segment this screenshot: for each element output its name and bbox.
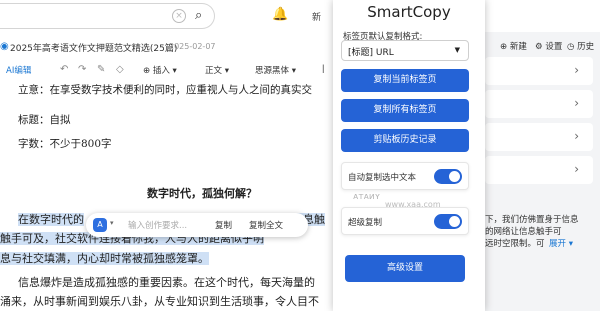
panel-text-line: 的网络让信息触手可	[485, 227, 562, 237]
panel-text-line: 下，我们仿佛置身于信息	[485, 215, 579, 225]
auto-copy-label: 自动复制选中文本	[348, 173, 417, 183]
copy-button[interactable]: 复制	[215, 219, 232, 231]
watermark-url: www.xaa.com	[385, 200, 441, 209]
clipboard-history-button[interactable]: 剪贴板历史记录	[341, 129, 469, 152]
font-family-select[interactable]: 思源黑体 ▾	[255, 64, 296, 76]
new-button[interactable]: 新	[312, 10, 321, 23]
format-select[interactable]: [标题] URL ▼	[341, 40, 469, 61]
watermark: ᴀᴛᴀᴎʏ	[353, 192, 381, 202]
toggle-knob	[449, 216, 460, 227]
document-title: 2025年高考语文作文押题范文精选(25篇)	[10, 44, 178, 54]
ai-floating-bar: A ▾ 输入创作要求... 复制 复制全文	[86, 213, 308, 237]
chevron-right-icon: ›	[574, 129, 579, 143]
paragraph-1-line-3: 息与社交填满，内心却时常被孤独感笼罩。	[0, 252, 209, 265]
eraser-icon[interactable]: ◇	[116, 64, 124, 75]
toolbar-divider: ǀ	[322, 64, 325, 74]
app-window: × ⌕ 🔔 新 ◉ 2025年高考语文作文押题范文精选(25篇) 2025-02…	[0, 0, 600, 311]
insert-menu[interactable]: ⊕ 插入 ▾	[143, 64, 177, 76]
super-copy-toggle[interactable]	[434, 214, 462, 229]
bell-icon[interactable]: 🔔	[272, 7, 288, 22]
panel-card[interactable]: ›	[485, 57, 593, 85]
super-copy-setting: 超级复制	[341, 207, 469, 235]
auto-copy-toggle[interactable]	[434, 169, 462, 184]
panel-new-button[interactable]: ⊕ 新建	[500, 40, 527, 52]
paragraph-style-select[interactable]: 正文 ▾	[205, 64, 229, 76]
popup-title: SmartCopy	[367, 3, 451, 21]
smartcopy-popup: SmartCopy 标签页默认复制格式: [标题] URL ▼ 复制当前标签页 …	[333, 0, 485, 311]
editor-toolbar: AI编辑 ↶ ↷ ✎ ◇ ⊕ 插入 ▾ 正文 ▾ 思源黑体 ▾ ǀ	[0, 62, 333, 80]
essay-title: 数字时代，孤独何解？	[147, 187, 257, 200]
search-icon[interactable]: ⌕	[195, 8, 202, 23]
copy-current-tab-button[interactable]: 复制当前标签页	[341, 69, 469, 92]
panel-card[interactable]: ›	[485, 123, 593, 151]
document-icon: ◉	[0, 41, 9, 52]
toggle-knob	[449, 171, 460, 182]
format-painter-icon[interactable]: ✎	[97, 64, 105, 75]
chevron-down-icon[interactable]: ▾	[110, 219, 114, 227]
chevron-right-icon: ›	[574, 162, 579, 176]
redo-icon[interactable]: ↷	[78, 64, 86, 75]
search-box[interactable]: × ⌕	[0, 3, 215, 29]
super-copy-label: 超级复制	[348, 218, 383, 228]
panel-text-line: 远时空限制。可	[485, 239, 545, 249]
chevron-right-icon: ›	[574, 96, 579, 110]
topic-line: 立意：在享受数字技术便利的同时，应重视人与人之间的真实交	[18, 84, 312, 96]
panel-history-button[interactable]: ◷ 历史	[567, 40, 594, 52]
clear-icon[interactable]: ×	[172, 9, 186, 23]
ai-prompt-input[interactable]: 输入创作要求...	[128, 219, 187, 231]
chevron-down-icon: ▼	[454, 46, 460, 54]
document-area: ◉ 2025年高考语文作文押题范文精选(25篇) 2025-02-07 AI编辑…	[0, 32, 333, 311]
document-title-bar: ◉ 2025年高考语文作文押题范文精选(25篇) 2025-02-07	[0, 40, 333, 56]
top-bar: × ⌕ 🔔 新	[0, 0, 600, 32]
copy-all-button[interactable]: 复制全文	[249, 219, 283, 231]
advanced-settings-button[interactable]: 高级设置	[345, 255, 465, 282]
document-date: 2025-02-07	[169, 42, 216, 51]
panel-settings-button[interactable]: ⚙ 设置	[535, 40, 562, 52]
panel-card[interactable]: ›	[485, 156, 593, 184]
auto-copy-setting: 自动复制选中文本	[341, 162, 469, 190]
format-select-value: [标题] URL	[348, 48, 394, 58]
word-requirement-line: 字数：不少于800字	[18, 138, 112, 150]
paragraph-1-line-1: 在数字时代的	[18, 213, 84, 226]
ai-edit-button[interactable]: AI编辑	[6, 64, 31, 76]
undo-icon[interactable]: ↶	[60, 64, 68, 75]
right-side-panel: ⊕ 新建 ⚙ 设置 ◷ 历史 › › › › 下，我们仿佛置身于信息 的网络让信…	[485, 32, 600, 311]
expand-link[interactable]: 展开 ▾	[549, 237, 573, 249]
copy-all-tabs-button[interactable]: 复制所有标签页	[341, 99, 469, 122]
title-requirement-line: 标题：自拟	[18, 114, 71, 126]
paragraph-2-line-1: 信息爆炸是造成孤独感的重要因素。在这个时代，每天海量的	[18, 276, 315, 289]
paragraph-2-line-2: 涌来，从时事新闻到娱乐八卦，从专业知识到生活琐事，令人目不	[0, 295, 319, 308]
chevron-right-icon: ›	[574, 63, 579, 77]
ai-logo-icon[interactable]: A	[93, 218, 107, 232]
panel-card[interactable]: ›	[485, 90, 593, 118]
